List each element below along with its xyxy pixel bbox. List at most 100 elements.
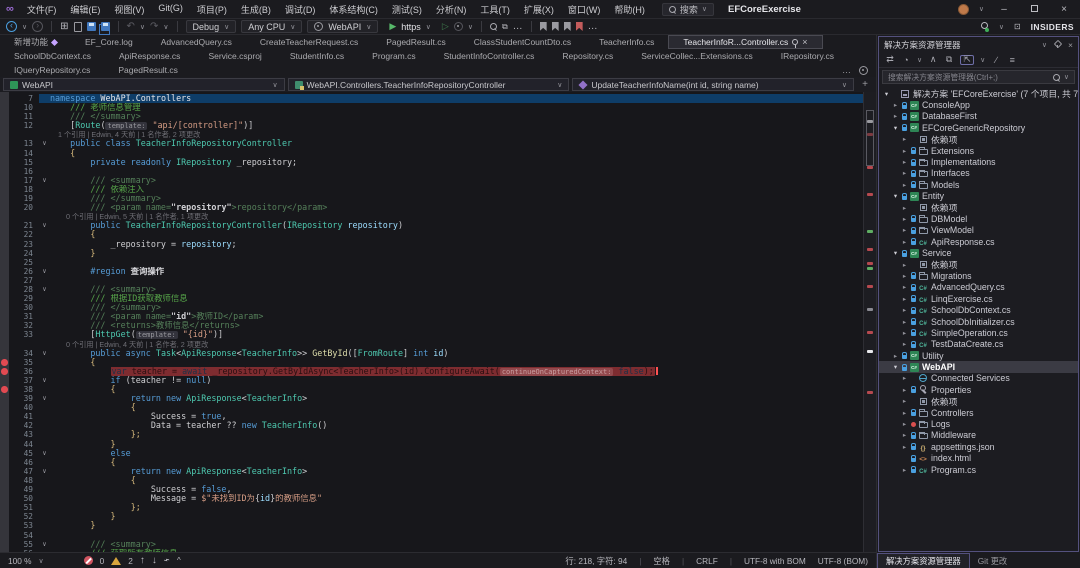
glyph-margin[interactable]	[0, 512, 9, 521]
menu-item[interactable]: 文件(F)	[20, 3, 64, 16]
expand-arrow-icon[interactable]: ▸	[900, 272, 909, 280]
document-tab[interactable]: TeacherInfo.cs	[585, 35, 668, 49]
panel-tab[interactable]: Git 更改	[970, 553, 1016, 568]
pending-changes-filter-icon[interactable]: ◔	[901, 55, 911, 65]
glyph-margin[interactable]	[0, 349, 9, 358]
expand-arrow-icon[interactable]: ▸	[900, 283, 909, 291]
tree-item[interactable]: ▸Implementations	[879, 156, 1078, 167]
codelens-row[interactable]: 0 个引用 | Edwin, 4 天前 | 1 名作者, 2 项更改	[0, 340, 863, 349]
feedback-icon[interactable]: ⊡	[1014, 22, 1021, 32]
tree-item[interactable]: ▸AdvancedQuery.cs	[879, 282, 1078, 293]
document-tab[interactable]: Service.csproj	[194, 49, 275, 63]
expand-arrow-icon[interactable]: ▸	[900, 409, 909, 417]
scrollbar-thumb[interactable]	[866, 110, 874, 165]
tree-item[interactable]: ▸Models	[879, 179, 1078, 190]
fold-arrow-icon[interactable]: ∨	[39, 540, 50, 549]
tree-item[interactable]: ▾Entity	[879, 191, 1078, 202]
tree-item[interactable]: ▸DBModel	[879, 213, 1078, 224]
tree-item[interactable]: ▸依赖项	[879, 396, 1078, 407]
code-line[interactable]: 42 Data = teacher ?? new TeacherInfo()	[0, 421, 863, 430]
account-chevron-icon[interactable]: ∨	[979, 5, 984, 13]
code-line[interactable]: 26∨ #region 查询操作	[0, 267, 863, 276]
panel-menu-chevron-icon[interactable]: ∨	[1042, 41, 1047, 49]
code-line[interactable]: 15 private readonly IRepository _reposit…	[0, 158, 863, 167]
fold-arrow-icon[interactable]: ∨	[39, 394, 50, 403]
file-encoding-bom[interactable]: UTF-8 (BOM)	[818, 556, 868, 566]
file-encoding[interactable]: UTF-8 with BOM	[744, 556, 806, 566]
project-dropdown[interactable]: WebAPI ∨	[3, 78, 285, 91]
redo-chevron-icon[interactable]: ∨	[163, 23, 168, 31]
menu-item[interactable]: 视图(V)	[107, 3, 151, 16]
expand-arrow-icon[interactable]: ▸	[900, 420, 909, 428]
expand-arrow-icon[interactable]: ▸	[900, 386, 909, 394]
glyph-margin[interactable]	[0, 394, 9, 403]
code-line[interactable]: 17∨ /// <summary>	[0, 176, 863, 185]
expand-arrow-icon[interactable]: ▸	[891, 101, 900, 109]
tree-item[interactable]: ▸appsettings.json	[879, 441, 1078, 452]
expand-arrow-icon[interactable]: ▸	[891, 112, 900, 120]
line-ending[interactable]: CRLF	[696, 556, 718, 566]
breakpoint-icon[interactable]	[1, 368, 8, 375]
tree-item[interactable]: ▸Properties	[879, 384, 1078, 395]
menu-item[interactable]: 编辑(E)	[63, 3, 107, 16]
fold-arrow-icon[interactable]: ∨	[39, 139, 50, 148]
search-options-chevron-icon[interactable]: ∨	[1064, 73, 1069, 81]
code-line[interactable]: 52 }	[0, 512, 863, 521]
menu-item[interactable]: 调试(D)	[278, 3, 323, 16]
glyph-margin[interactable]	[0, 285, 9, 294]
glyph-margin[interactable]	[0, 121, 9, 130]
document-tab[interactable]: Repository.cs	[548, 49, 627, 63]
platform-dropdown[interactable]: Any CPU∨	[241, 20, 302, 33]
document-tab[interactable]: Program.cs	[358, 49, 429, 63]
save-icon[interactable]	[87, 22, 96, 31]
error-count[interactable]: 0	[100, 556, 105, 566]
menu-item[interactable]: 生成(B)	[234, 3, 278, 16]
pin-panel-icon[interactable]	[1054, 41, 1061, 48]
global-search-box[interactable]: 搜索 ∨	[662, 3, 714, 16]
glyph-margin[interactable]	[0, 330, 9, 339]
close-panel-icon[interactable]: ×	[1068, 40, 1073, 50]
indentation-mode[interactable]: 空格	[653, 555, 670, 567]
bookmark-overflow-icon[interactable]: …	[588, 22, 598, 32]
glyph-margin[interactable]	[0, 385, 9, 394]
new-project-icon[interactable]: ⊞	[60, 22, 68, 32]
document-tab[interactable]: ApiResponse.cs	[105, 49, 194, 63]
expand-arrow-icon[interactable]: ▸	[891, 352, 900, 360]
tree-item[interactable]: ▸SchoolDbInitializer.cs	[879, 316, 1078, 327]
code-line[interactable]: 35 {	[0, 358, 863, 367]
glyph-margin[interactable]	[0, 221, 9, 230]
tree-item[interactable]: ▸ConsoleApp	[879, 99, 1078, 110]
tree-item[interactable]: ▸Connected Services	[879, 373, 1078, 384]
glyph-margin[interactable]	[0, 94, 9, 103]
glyph-margin[interactable]	[0, 358, 9, 367]
glyph-margin[interactable]	[0, 440, 9, 449]
close-button[interactable]: ×	[1054, 4, 1074, 15]
expand-arrow-icon[interactable]: ▸	[900, 318, 909, 326]
glyph-margin[interactable]	[0, 549, 9, 552]
glyph-margin[interactable]	[0, 449, 9, 458]
fold-arrow-icon[interactable]: ∨	[39, 285, 50, 294]
code-line[interactable]: 33 [HttpGet(template: "{id}")]	[0, 330, 863, 339]
fold-arrow-icon[interactable]: ∨	[39, 449, 50, 458]
expand-arrow-icon[interactable]: ▸	[900, 295, 909, 303]
code-line[interactable]: 48 {	[0, 476, 863, 485]
code-line[interactable]: 24 }	[0, 249, 863, 258]
code-line[interactable]: 43 };	[0, 430, 863, 439]
glyph-margin[interactable]	[0, 494, 9, 503]
glyph-margin[interactable]	[0, 485, 9, 494]
codelens-text[interactable]: 0 个引用 | Edwin, 4 天前 | 1 名作者, 2 项更改	[66, 340, 208, 349]
expand-arrow-icon[interactable]: ▸	[900, 329, 909, 337]
glyph-margin[interactable]	[0, 258, 9, 267]
code-line[interactable]: 34∨ public async Task<ApiResponse<Teache…	[0, 349, 863, 358]
document-tab[interactable]: AdvancedQuery.cs	[147, 35, 246, 49]
tree-item[interactable]: ▾解决方案 'EFCoreExercise' (7 个项目, 共 7 个)	[879, 88, 1078, 99]
member-dropdown[interactable]: UpdateTeacherInfoName(int id, string nam…	[572, 78, 854, 91]
expand-arrow-icon[interactable]: ▸	[900, 261, 909, 269]
document-tab[interactable]: EF_Core.log	[71, 35, 147, 49]
collapse-arrow-icon[interactable]: ▾	[891, 124, 900, 132]
glyph-margin[interactable]	[0, 403, 9, 412]
glyph-margin[interactable]	[0, 139, 9, 148]
document-tab[interactable]: ClassStudentCountDto.cs	[460, 35, 585, 49]
prev-bookmark-icon[interactable]	[552, 22, 559, 31]
glyph-margin[interactable]	[0, 176, 9, 185]
